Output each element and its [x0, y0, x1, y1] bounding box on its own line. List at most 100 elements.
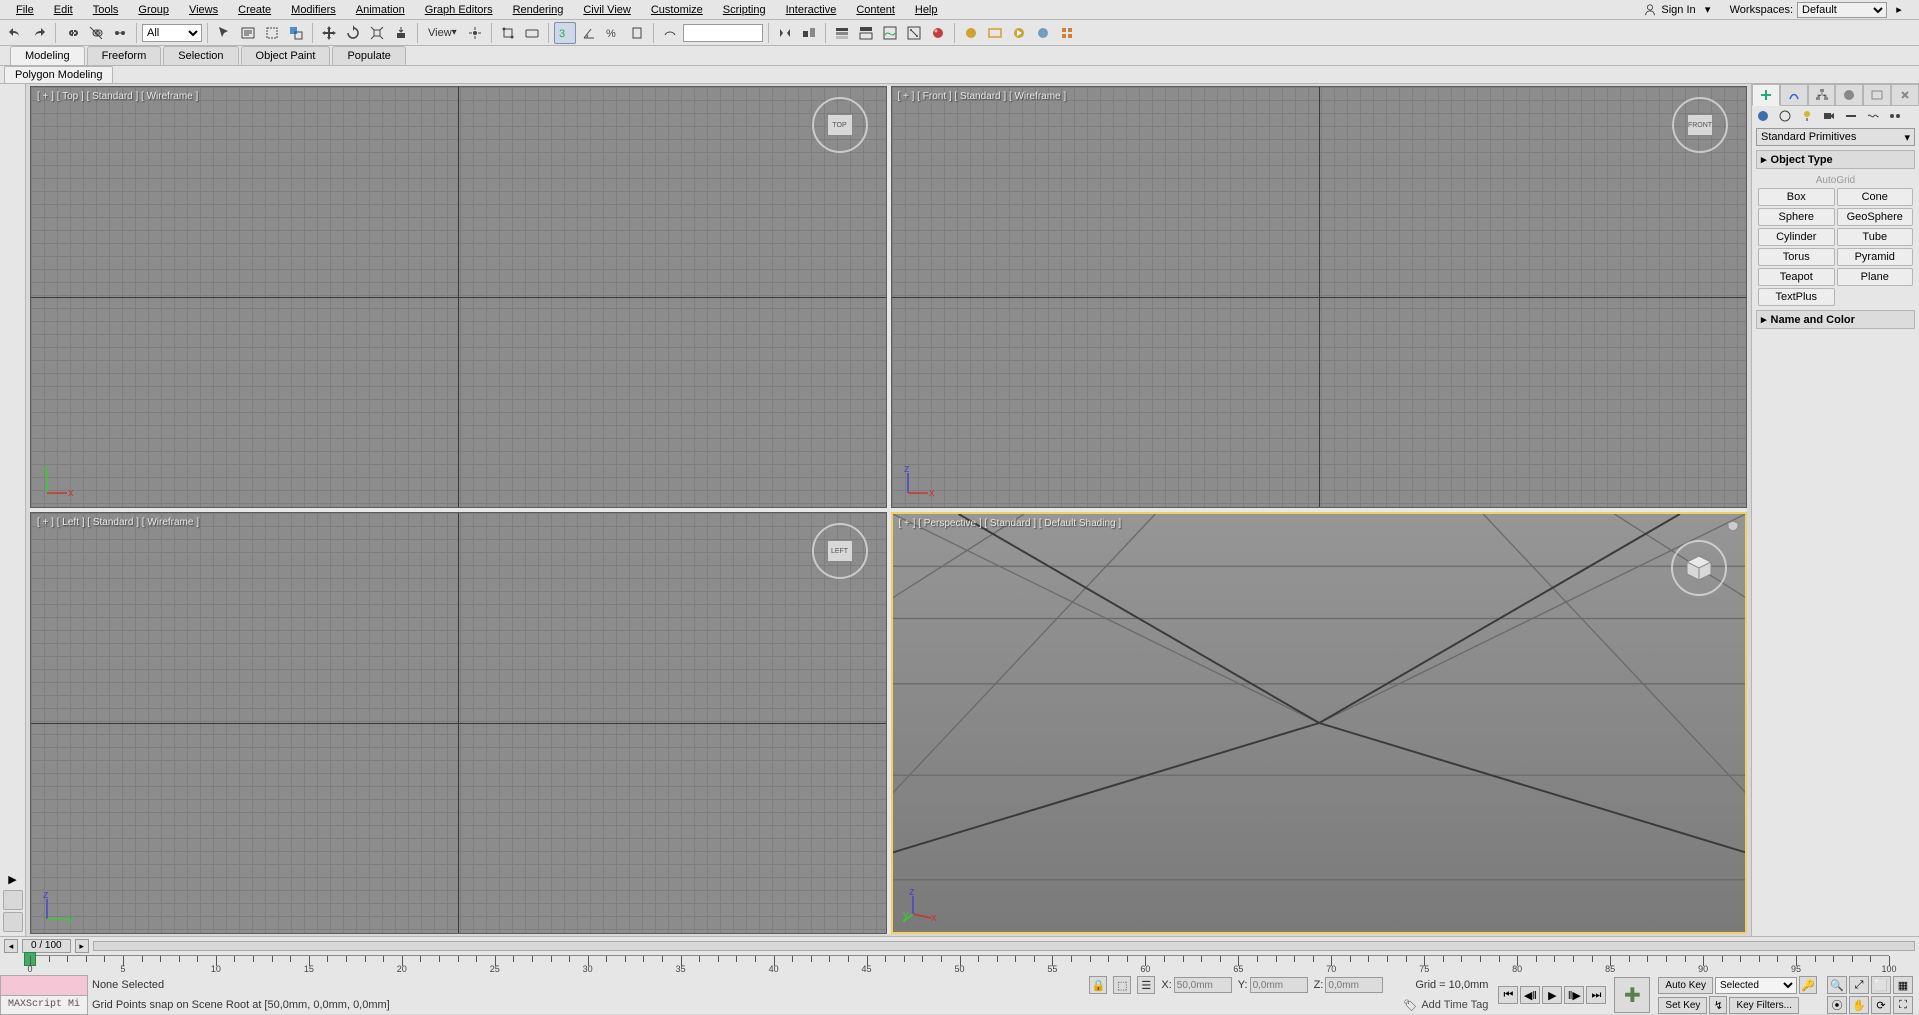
menu-group[interactable]: Group: [128, 2, 179, 18]
percent-snap-button[interactable]: %: [602, 22, 624, 44]
utilities-tab[interactable]: [1891, 84, 1919, 106]
menu-rendering[interactable]: Rendering: [503, 2, 574, 18]
name-and-color-rollout-header[interactable]: ▸Name and Color: [1756, 310, 1915, 329]
lights-subtab[interactable]: [1798, 108, 1816, 124]
primitive-cylinder-button[interactable]: Cylinder: [1758, 228, 1835, 246]
timeline-ruler[interactable]: 0510152025303540455055606570758085909510…: [30, 955, 1889, 975]
shapes-subtab[interactable]: [1776, 108, 1794, 124]
safe-frame-icon[interactable]: [1727, 520, 1739, 532]
key-mode-icon[interactable]: 🔑: [1799, 976, 1817, 994]
time-slider-track[interactable]: [93, 941, 1915, 951]
zoom-button[interactable]: 🔍: [1827, 976, 1847, 994]
primitive-textplus-button[interactable]: TextPlus: [1758, 288, 1835, 306]
key-filter-dropdown[interactable]: Selected: [1715, 977, 1797, 994]
select-by-name-button[interactable]: [237, 22, 259, 44]
undo-button[interactable]: [4, 22, 26, 44]
selection-filter-dropdown[interactable]: All: [142, 24, 202, 42]
motion-tab[interactable]: [1835, 84, 1863, 106]
maximize-viewport-button[interactable]: ⛶: [1893, 996, 1913, 1014]
ribbon-tab-modeling[interactable]: Modeling: [10, 46, 85, 65]
ribbon-tab-selection[interactable]: Selection: [163, 46, 238, 65]
menu-graph-editors[interactable]: Graph Editors: [415, 2, 503, 18]
render-in-cloud-button[interactable]: [1056, 22, 1078, 44]
curve-editor-button[interactable]: [879, 22, 901, 44]
menu-civil-view[interactable]: Civil View: [573, 2, 640, 18]
bind-button[interactable]: [109, 22, 131, 44]
primitive-plane-button[interactable]: Plane: [1837, 268, 1914, 286]
menu-animation[interactable]: Animation: [346, 2, 415, 18]
sign-in-button[interactable]: Sign In ▾: [1635, 2, 1723, 18]
ref-coord-button[interactable]: View ▾: [423, 22, 462, 44]
render-setup-button[interactable]: [960, 22, 982, 44]
hierarchy-tab[interactable]: [1808, 84, 1836, 106]
setkey-button[interactable]: Set Key: [1658, 997, 1707, 1014]
add-time-tag[interactable]: 🏷Add Time Tag: [1403, 999, 1488, 1012]
ribbon-tab-freeform[interactable]: Freeform: [87, 46, 162, 65]
viewport-top[interactable]: [ + ] [ Top ] [ Standard ] [ Wireframe ]…: [30, 86, 887, 508]
primitive-sphere-button[interactable]: Sphere: [1758, 208, 1835, 226]
rotate-button[interactable]: [342, 22, 364, 44]
render-iterative-button[interactable]: [1032, 22, 1054, 44]
snap-toggle-button[interactable]: 3: [554, 22, 576, 44]
viewcube-perspective[interactable]: [1669, 538, 1729, 598]
primitive-teapot-button[interactable]: Teapot: [1758, 268, 1835, 286]
orbit-button[interactable]: ⟳: [1871, 996, 1891, 1014]
menu-views[interactable]: Views: [179, 2, 228, 18]
primitive-category-dropdown[interactable]: Standard Primitives▾: [1756, 128, 1915, 146]
angle-snap-button[interactable]: [578, 22, 600, 44]
primitive-geosphere-button[interactable]: GeoSphere: [1837, 208, 1914, 226]
zoom-all-button[interactable]: ⤢: [1849, 976, 1869, 994]
viewport-layout-button-1[interactable]: [3, 890, 23, 910]
prev-frame-button[interactable]: ◀‖: [1520, 986, 1540, 1004]
scale-button[interactable]: [366, 22, 388, 44]
object-type-rollout-header[interactable]: ▸Object Type: [1756, 150, 1915, 169]
select-object-button[interactable]: [213, 22, 235, 44]
menu-modifiers[interactable]: Modifiers: [281, 2, 346, 18]
ribbon-tab-populate[interactable]: Populate: [332, 46, 405, 65]
viewport-perspective-label[interactable]: [ + ] [ Perspective ] [ Standard ] [ Def…: [899, 518, 1122, 529]
menu-interactive[interactable]: Interactive: [776, 2, 847, 18]
display-tab[interactable]: [1863, 84, 1891, 106]
menu-edit[interactable]: Edit: [44, 2, 83, 18]
fov-button[interactable]: ⦿: [1827, 996, 1847, 1014]
ribbon-sub-polygon-modeling[interactable]: Polygon Modeling: [4, 66, 113, 84]
next-frame-button[interactable]: ‖▶: [1564, 986, 1584, 1004]
viewport-layout-button-2[interactable]: [3, 912, 23, 932]
move-button[interactable]: [318, 22, 340, 44]
viewcube-left[interactable]: LEFT: [810, 521, 870, 581]
select-region-button[interactable]: [261, 22, 283, 44]
render-frame-button[interactable]: [984, 22, 1006, 44]
time-slider-right[interactable]: ▸: [75, 939, 89, 953]
pan-button[interactable]: ✋: [1849, 996, 1869, 1014]
isolate-selection-icon[interactable]: ⬚: [1113, 976, 1131, 994]
menu-scripting[interactable]: Scripting: [713, 2, 776, 18]
create-tab[interactable]: [1752, 84, 1780, 106]
spacewarps-subtab[interactable]: [1864, 108, 1882, 124]
cameras-subtab[interactable]: [1820, 108, 1838, 124]
goto-start-button[interactable]: ⏮: [1498, 986, 1518, 1004]
toggle-ribbon-button[interactable]: [855, 22, 877, 44]
time-slider-left[interactable]: ◂: [4, 939, 18, 953]
primitive-pyramid-button[interactable]: Pyramid: [1837, 248, 1914, 266]
layer-explorer-button[interactable]: [831, 22, 853, 44]
modify-tab[interactable]: [1780, 84, 1808, 106]
goto-end-button[interactable]: ⏭: [1586, 986, 1606, 1004]
spinner-snap-button[interactable]: [626, 22, 648, 44]
workspace-expand-icon[interactable]: ▸: [1891, 2, 1907, 18]
transform-x-input[interactable]: [1174, 977, 1232, 993]
viewport-top-label[interactable]: [ + ] [ Top ] [ Standard ] [ Wireframe ]: [37, 91, 198, 102]
unlink-button[interactable]: [85, 22, 107, 44]
maxscript-listener[interactable]: MAXScript Mi: [0, 975, 88, 1015]
menu-help[interactable]: Help: [905, 2, 948, 18]
selection-lock-icon[interactable]: 🔒: [1089, 976, 1107, 994]
zoom-extents-all-button[interactable]: ▦: [1893, 976, 1913, 994]
viewport-left-label[interactable]: [ + ] [ Left ] [ Standard ] [ Wireframe …: [37, 517, 199, 528]
autokey-button[interactable]: Auto Key: [1658, 977, 1713, 994]
viewcube-top[interactable]: TOP: [810, 95, 870, 155]
edit-named-sel-button[interactable]: [659, 22, 681, 44]
selection-bracket-icon[interactable]: ☰: [1137, 976, 1155, 994]
window-crossing-button[interactable]: [285, 22, 307, 44]
manipulate-button[interactable]: [497, 22, 519, 44]
autogrid-checkbox[interactable]: AutoGrid: [1758, 173, 1913, 188]
geometry-subtab[interactable]: [1754, 108, 1772, 124]
